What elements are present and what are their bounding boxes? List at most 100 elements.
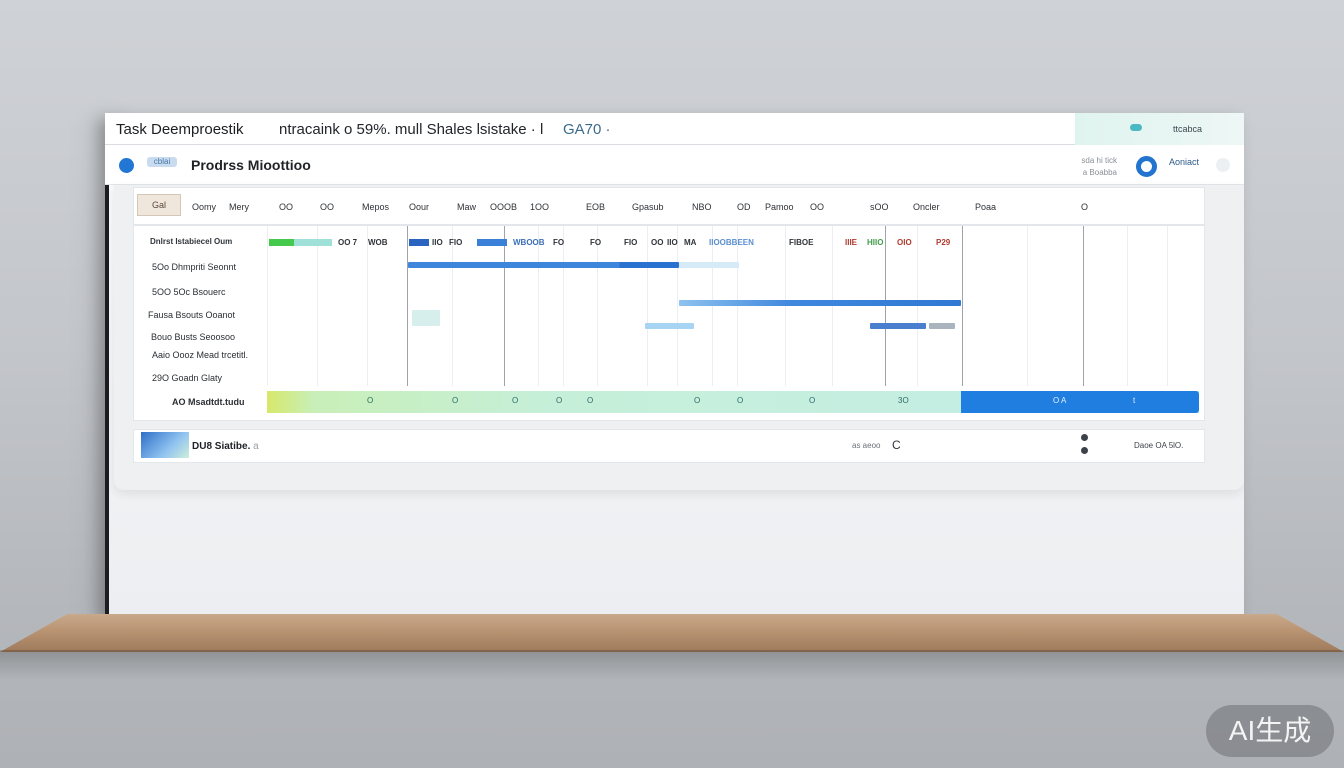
grid-line bbox=[317, 226, 318, 386]
toolbar-thumbnail[interactable]: Gal bbox=[137, 194, 181, 216]
grid-line bbox=[962, 226, 963, 386]
status-toggle-icon[interactable] bbox=[1081, 434, 1089, 458]
task-label[interactable]: 29O Goadn Glaty bbox=[152, 373, 222, 383]
grid-line bbox=[647, 226, 648, 386]
toolbar-item[interactable]: Oncler bbox=[913, 202, 940, 212]
window-title: Task Deemproestik bbox=[116, 121, 244, 138]
track-mark: t bbox=[1133, 396, 1136, 405]
toolbar-item[interactable]: OO bbox=[320, 202, 334, 212]
gantt-panel: Dnlrst Istabiecel Oum OO 7 WOB IIO FIO W… bbox=[133, 225, 1205, 421]
toolbar-item[interactable]: sOO bbox=[870, 202, 889, 212]
grid-line bbox=[1027, 226, 1028, 386]
status-title: DU8 Siatibe. a bbox=[192, 441, 259, 452]
toolbar: Gal Oomy Mery OO OO Mepos Oour Maw OOOB … bbox=[133, 187, 1205, 225]
task-bar[interactable] bbox=[645, 323, 694, 329]
track-mark: O bbox=[694, 396, 701, 405]
task-bar[interactable] bbox=[929, 323, 955, 329]
grid-line bbox=[1167, 226, 1168, 386]
header-text: OIO bbox=[897, 238, 912, 247]
status-right-label: Daoe OA 5lO. bbox=[1134, 441, 1184, 450]
grid-line bbox=[407, 226, 408, 386]
header-text: OO 7 bbox=[338, 238, 358, 247]
track-mark: O bbox=[1053, 396, 1060, 405]
app-header: cblai Prodrss Mioottioo sda hi tick a Bo… bbox=[105, 145, 1244, 185]
task-bar[interactable] bbox=[679, 262, 739, 268]
status-mid-label: as aeoo bbox=[852, 441, 881, 450]
more-icon[interactable] bbox=[1216, 158, 1230, 172]
grid-line bbox=[538, 226, 539, 386]
header-text: HIIO bbox=[867, 238, 884, 247]
header-text: IIO bbox=[667, 238, 678, 247]
toolbar-item[interactable]: Oour bbox=[409, 202, 429, 212]
toolbar-item[interactable]: Gpasub bbox=[632, 202, 664, 212]
grid-line bbox=[737, 226, 738, 386]
track-mark: O bbox=[452, 396, 459, 405]
progress-track-fill: O A t bbox=[961, 391, 1199, 413]
task-bar[interactable] bbox=[870, 323, 926, 329]
toolbar-item[interactable]: OD bbox=[737, 202, 751, 212]
track-mark: A bbox=[1061, 396, 1067, 405]
status-pill-icon bbox=[1130, 124, 1142, 131]
header-text: FO bbox=[553, 238, 565, 247]
header-text: FIO bbox=[449, 238, 463, 247]
status-thumbnail-icon[interactable] bbox=[141, 432, 189, 458]
toolbar-item[interactable]: Oomy bbox=[192, 202, 216, 212]
account-ring-icon[interactable] bbox=[1136, 156, 1157, 177]
task-label[interactable]: 5Oo Dhmpriti Seonnt bbox=[152, 262, 236, 272]
titlebar-accent bbox=[1075, 113, 1244, 145]
grid-line bbox=[367, 226, 368, 386]
task-label[interactable]: Aaio Oooz Mead trcetitl. bbox=[152, 350, 248, 360]
toolbar-item[interactable]: Mepos bbox=[362, 202, 389, 212]
task-label[interactable]: 5OO 5Oc Bsouerc bbox=[152, 287, 226, 297]
header-meta: sda hi tick a Boabba bbox=[1067, 155, 1117, 179]
monitor-screen: Task Deemproestik ntracaink o 59%. mull … bbox=[105, 113, 1244, 616]
toolbar-item[interactable]: Poaa bbox=[975, 202, 996, 212]
window-code: GA70 · bbox=[563, 121, 611, 138]
toolbar-item[interactable]: O bbox=[1081, 202, 1088, 212]
refresh-icon[interactable]: C bbox=[892, 438, 901, 452]
account-label[interactable]: Aoniact bbox=[1169, 157, 1199, 167]
track-mark: O bbox=[512, 396, 519, 405]
gantt-grid bbox=[267, 226, 1199, 386]
titlebar-corner-label[interactable]: ttcabca bbox=[1173, 124, 1202, 134]
toolbar-item[interactable]: Pamoo bbox=[765, 202, 794, 212]
header-text: MA bbox=[684, 238, 697, 247]
toolbar-item[interactable]: Mery bbox=[229, 202, 249, 212]
track-mark: O bbox=[556, 396, 563, 405]
header-text: OO bbox=[651, 238, 664, 247]
header-text: WBOOB bbox=[513, 238, 545, 247]
header-bar bbox=[409, 239, 429, 246]
task-label[interactable]: Bouo Busts Seoosoo bbox=[151, 332, 235, 342]
toolbar-item[interactable]: OOOB bbox=[490, 202, 517, 212]
task-bar[interactable] bbox=[679, 300, 961, 306]
app-dot-icon[interactable] bbox=[119, 158, 134, 173]
grid-line bbox=[563, 226, 564, 386]
grid-line bbox=[677, 226, 678, 386]
track-mark: 3O bbox=[898, 396, 909, 405]
grid-line bbox=[267, 226, 268, 386]
progress-track[interactable]: O O O O O O O O 3O O A t bbox=[267, 391, 1199, 413]
track-mark: O bbox=[367, 396, 374, 405]
header-text: IIO bbox=[432, 238, 443, 247]
toolbar-item[interactable]: 1OO bbox=[530, 202, 549, 212]
grid-line bbox=[1083, 226, 1084, 386]
toolbar-item[interactable]: OO bbox=[279, 202, 293, 212]
grid-line bbox=[452, 226, 453, 386]
track-mark: O bbox=[737, 396, 744, 405]
task-marker[interactable] bbox=[412, 310, 440, 326]
track-mark: O bbox=[587, 396, 594, 405]
header-text: P29 bbox=[936, 238, 951, 247]
header-text: IIIE bbox=[845, 238, 858, 247]
toolbar-item[interactable]: Maw bbox=[457, 202, 476, 212]
toolbar-item[interactable]: EOB bbox=[586, 202, 605, 212]
task-bar[interactable] bbox=[408, 262, 679, 268]
task-label[interactable]: Fausa Bsouts Ooanot bbox=[148, 310, 235, 320]
toolbar-item[interactable]: OO bbox=[810, 202, 824, 212]
status-title-text: DU8 Siatibe. bbox=[192, 441, 251, 452]
track-mark: O bbox=[809, 396, 816, 405]
grid-line bbox=[597, 226, 598, 386]
header-text: FIBOE bbox=[789, 238, 814, 247]
window-titlebar: Task Deemproestik ntracaink o 59%. mull … bbox=[105, 113, 1244, 145]
grid-line bbox=[885, 226, 886, 386]
toolbar-item[interactable]: NBO bbox=[692, 202, 712, 212]
